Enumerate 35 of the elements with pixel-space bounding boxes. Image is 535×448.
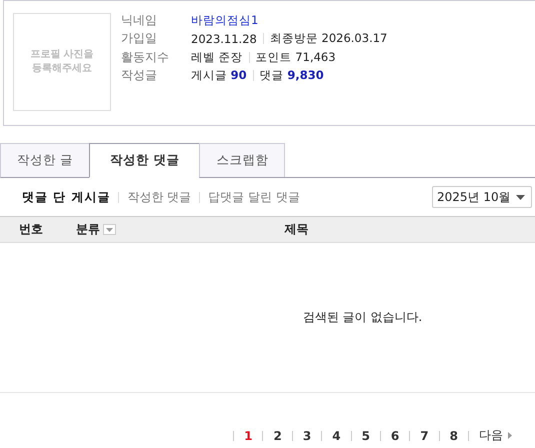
field-value: 댓글 9,830 <box>260 68 324 84</box>
column-header: 분류 <box>76 221 100 238</box>
subtab-link[interactable]: 댓글 단 게시글 <box>22 188 110 206</box>
page-link[interactable]: 8 <box>450 428 458 442</box>
field-value: 2023.11.28 <box>191 32 257 46</box>
field-label: 가입일 <box>121 30 158 48</box>
field-value: 포인트 71,463 <box>256 50 336 65</box>
field-label: 닉네임 <box>121 12 158 29</box>
field-value: 게시글 90 <box>191 68 247 84</box>
photo-placeholder-text: 프로필 사진을 등록해주세요 <box>29 48 95 76</box>
field-label: 작성글 <box>121 67 158 84</box>
subtab-link[interactable]: 작성한 댓글 <box>127 188 192 206</box>
month-select[interactable]: 2025년 10월 <box>432 186 532 208</box>
page-link[interactable]: 4 <box>332 428 341 442</box>
filter-dropdown-icon[interactable] <box>103 224 116 235</box>
next-page-link[interactable]: 다음 <box>479 427 512 444</box>
page-link[interactable]: 7 <box>420 428 429 442</box>
caret-icon <box>516 194 525 200</box>
page-link[interactable]: 2 <box>273 428 282 442</box>
column-header: 제목 <box>284 221 308 238</box>
nickname-link[interactable]: 바람의점심1 <box>191 12 258 28</box>
empty-message: 검색된 글이 없습니다. <box>302 309 422 326</box>
field-value: 최종방문 2026.03.17 <box>270 31 388 46</box>
field-label: 활동지수 <box>121 48 170 66</box>
column-header: 번호 <box>19 221 43 238</box>
page-link[interactable]: 6 <box>390 428 400 442</box>
tab[interactable]: 작성한 댓글 <box>88 143 200 178</box>
arrow-right-icon <box>508 432 512 439</box>
page-link[interactable]: 3 <box>302 428 312 442</box>
subtab-link[interactable]: 답댓글 달린 댓글 <box>208 188 300 206</box>
field-value: 레벨 준장 <box>191 50 243 65</box>
tab[interactable]: 스크랩함 <box>199 143 286 178</box>
page-link[interactable]: 5 <box>362 428 370 442</box>
page-link[interactable]: 1 <box>244 428 252 442</box>
tab[interactable]: 작성한 글 <box>0 143 90 178</box>
